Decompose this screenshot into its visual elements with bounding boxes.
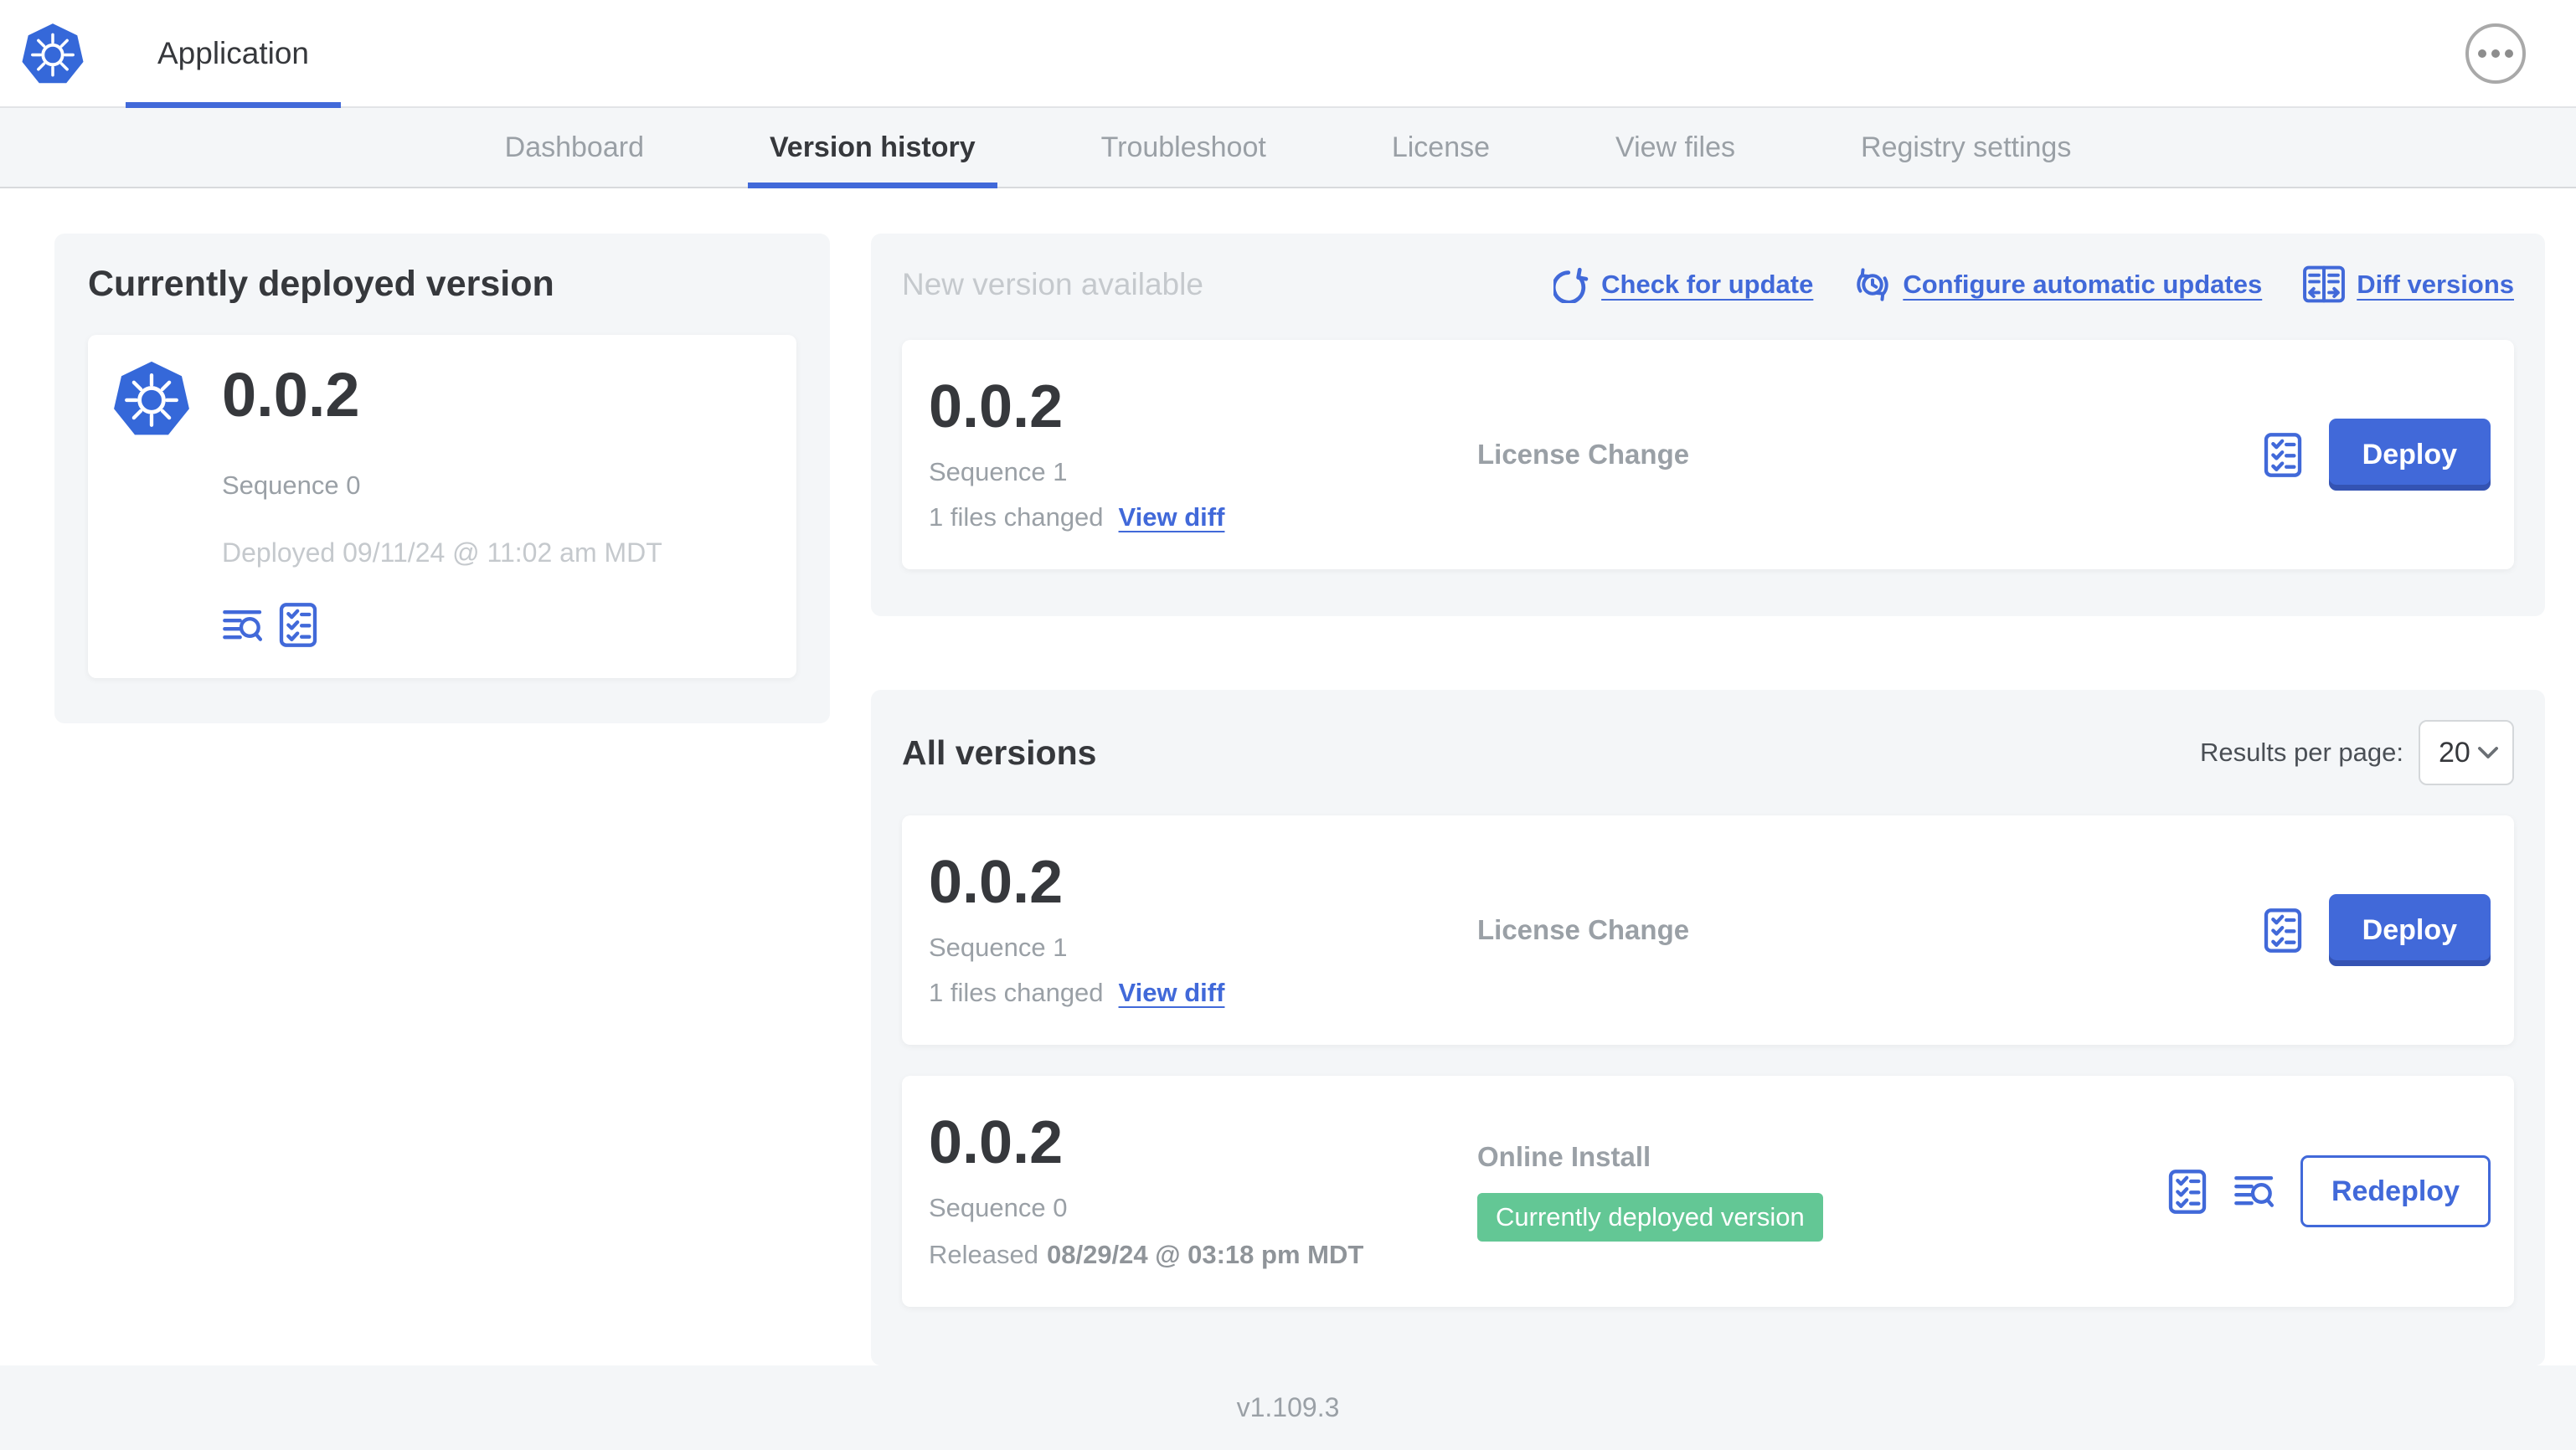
redeploy-button[interactable]: Redeploy — [2300, 1155, 2491, 1227]
tab-dashboard[interactable]: Dashboard — [483, 108, 666, 187]
all-versions-title: All versions — [902, 733, 1097, 772]
new-version-panel: New version available Check for update C… — [871, 234, 2545, 616]
tab-troubleshoot[interactable]: Troubleshoot — [1079, 108, 1288, 187]
deployed-timestamp: Deployed 09/11/24 @ 11:02 am MDT — [222, 537, 662, 568]
preflight-checks-button[interactable] — [277, 602, 319, 648]
kubernetes-logo-icon — [111, 358, 192, 439]
app-nav-tabs: Dashboard Version history Troubleshoot L… — [0, 108, 2576, 188]
preflight-checks-button[interactable] — [2262, 432, 2304, 478]
results-per-page-select[interactable]: 20 — [2419, 720, 2514, 785]
version-sequence: Sequence 0 — [929, 1193, 1068, 1222]
checklist-icon — [2262, 432, 2304, 478]
clock-sync-icon — [1853, 265, 1892, 304]
version-row: 0.0.2 Sequence 0 Released 08/29/24 @ 03:1… — [902, 1076, 2514, 1307]
link-label: Diff versions — [2357, 269, 2514, 299]
version-number: 0.0.2 — [929, 849, 1064, 916]
version-sequence: Sequence 1 — [929, 933, 1068, 962]
files-changed-label: 1 files changed — [929, 978, 1104, 1007]
update-actions: Check for update Configure automatic upd… — [1553, 264, 2514, 305]
release-notes-button[interactable] — [2233, 1172, 2275, 1211]
right-column: New version available Check for update C… — [871, 234, 2545, 1365]
files-changed-label: 1 files changed — [929, 502, 1104, 532]
deploy-button[interactable]: Deploy — [2328, 419, 2491, 491]
refresh-icon — [1553, 266, 1590, 303]
deployed-sequence: Sequence 0 — [222, 470, 361, 500]
main-content: Currently deployed version 0.0.2 Sequenc… — [0, 188, 2576, 1365]
tab-label: License — [1391, 131, 1491, 163]
currently-deployed-badge: Currently deployed version — [1477, 1193, 1823, 1242]
currently-deployed-panel: Currently deployed version 0.0.2 Sequenc… — [54, 234, 830, 723]
active-tab-underline — [747, 183, 997, 188]
lines-magnifier-icon — [222, 606, 264, 645]
configure-automatic-updates-link[interactable]: Configure automatic updates — [1853, 265, 2262, 304]
released-timestamp: 08/29/24 @ 03:18 pm MDT — [1046, 1240, 1364, 1269]
version-source: License Change — [1477, 439, 1690, 470]
currently-deployed-title: Currently deployed version — [88, 264, 554, 304]
tab-view-files[interactable]: View files — [1594, 108, 1757, 187]
active-tab-underline — [126, 102, 342, 108]
version-source: License Change — [1477, 914, 1690, 945]
deployed-version-number: 0.0.2 — [222, 360, 360, 429]
link-label: Configure automatic updates — [1903, 269, 2263, 299]
checklist-icon — [2166, 1169, 2208, 1215]
all-versions-panel: All versions Results per page: 20 0.0.2 … — [871, 690, 2545, 1365]
version-number: 0.0.2 — [929, 1109, 1064, 1176]
view-diff-link[interactable]: View diff — [1119, 502, 1225, 532]
tab-label: Troubleshoot — [1100, 131, 1266, 163]
new-version-title: New version available — [902, 266, 1203, 301]
view-diff-link[interactable]: View diff — [1119, 978, 1225, 1008]
results-per-page-label: Results per page: — [2200, 738, 2403, 767]
release-notes-button[interactable] — [222, 606, 264, 645]
preflight-checks-button[interactable] — [2262, 908, 2304, 954]
checklist-icon — [2262, 908, 2304, 954]
tab-label: Dashboard — [504, 131, 644, 163]
console-version: v1.109.3 — [1236, 1392, 1340, 1422]
results-per-page-value: 20 — [2439, 736, 2470, 769]
lines-magnifier-icon — [2233, 1172, 2275, 1211]
deployed-version-card: 0.0.2 Sequence 0 Deployed 09/11/24 @ 11:… — [88, 335, 796, 678]
link-label: Check for update — [1601, 269, 1814, 299]
tab-version-history[interactable]: Version history — [747, 108, 997, 188]
tab-license[interactable]: License — [1370, 108, 1512, 187]
diff-versions-link[interactable]: Diff versions — [2302, 264, 2514, 305]
footer: v1.109.3 — [0, 1365, 2576, 1450]
top-bar: Application — [0, 0, 2576, 108]
tab-label: View files — [1615, 131, 1736, 163]
checklist-icon — [277, 602, 319, 648]
version-source: Online Install — [1477, 1141, 1651, 1172]
app-tab[interactable]: Application — [126, 0, 342, 108]
released-label: Released — [929, 1240, 1038, 1269]
version-number: 0.0.2 — [929, 373, 1064, 440]
check-for-update-link[interactable]: Check for update — [1553, 266, 1813, 303]
tab-label: Version history — [769, 131, 976, 163]
diff-icon — [2302, 264, 2346, 305]
version-row: 0.0.2 Sequence 1 1 files changed View di… — [902, 815, 2514, 1045]
chevron-down-icon — [2477, 743, 2499, 762]
tab-registry-settings[interactable]: Registry settings — [1839, 108, 2093, 187]
preflight-checks-button[interactable] — [2166, 1169, 2208, 1215]
kubernetes-logo-icon — [20, 21, 85, 86]
version-sequence: Sequence 1 — [929, 457, 1068, 486]
app-tab-label: Application — [157, 35, 310, 70]
ellipsis-icon — [2477, 49, 2514, 59]
overflow-menu-button[interactable] — [2465, 23, 2526, 84]
tab-label: Registry settings — [1861, 131, 2072, 163]
new-version-row: 0.0.2 Sequence 1 1 files changed View di… — [902, 340, 2514, 569]
deploy-button[interactable]: Deploy — [2328, 894, 2491, 966]
